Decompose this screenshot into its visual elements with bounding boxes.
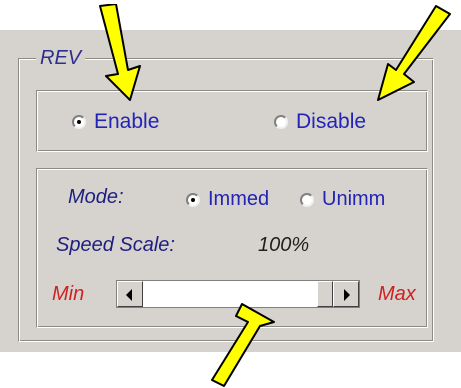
immed-label: Immed — [208, 188, 270, 210]
slider-left-button[interactable] — [117, 281, 143, 307]
max-label: Max — [378, 283, 416, 305]
disable-label: Disable — [296, 110, 367, 133]
annotation-arrow-slider-icon — [211, 303, 275, 387]
disable-radio-button[interactable] — [274, 115, 288, 129]
screenshot-stage: REV Enable Disable Mode: Immed Unimm Spe… — [0, 0, 461, 388]
enable-label: Enable — [94, 110, 160, 133]
unimm-radio-button[interactable] — [300, 192, 314, 207]
unimm-radio-option[interactable]: Unimm — [300, 188, 385, 211]
immed-radio-button[interactable] — [186, 192, 200, 207]
immed-radio-option[interactable]: Immed — [186, 188, 269, 211]
unimm-label: Unimm — [322, 188, 386, 210]
speed-scale-value: 100% — [258, 234, 310, 256]
slider-right-button[interactable] — [333, 281, 359, 307]
mode-label: Mode: — [68, 186, 124, 208]
enable-radio-button[interactable] — [72, 115, 86, 129]
speed-scale-label: Speed Scale: — [56, 234, 175, 256]
min-label: Min — [52, 283, 85, 305]
right-arrow-icon — [344, 289, 350, 301]
annotation-arrow-disable-icon — [377, 5, 451, 101]
max-label-clip: Max — [378, 283, 428, 306]
disable-radio-option[interactable]: Disable — [274, 110, 366, 134]
slider-thumb[interactable] — [317, 281, 333, 307]
rev-group-title: REV — [36, 46, 86, 70]
annotation-arrow-enable-icon — [99, 4, 141, 101]
left-arrow-icon — [126, 289, 132, 301]
enable-radio-option[interactable]: Enable — [72, 110, 159, 134]
